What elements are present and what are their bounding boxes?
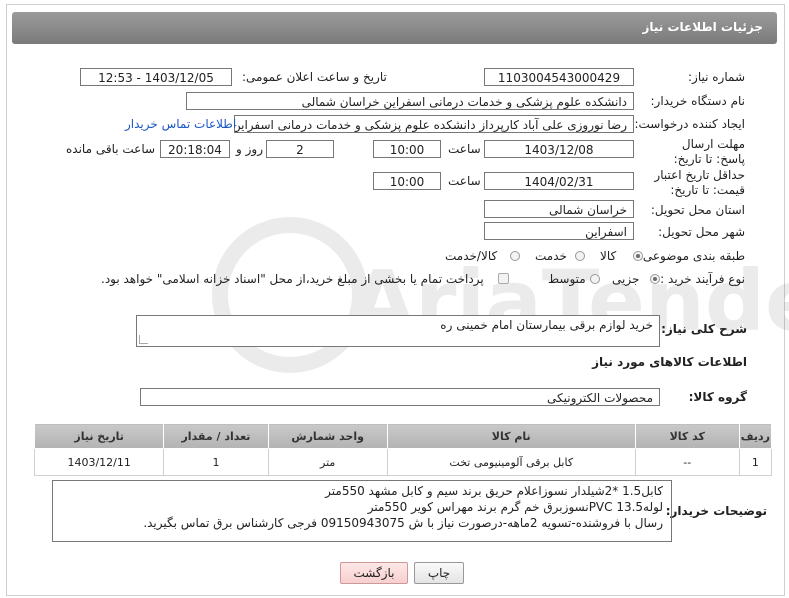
buyer-contact-link[interactable]: اطلاعات تماس خریدار bbox=[125, 117, 236, 131]
col-header-unit: واحد شمارش bbox=[267, 423, 388, 449]
category-label: طبقه بندی موضوعی: bbox=[638, 249, 745, 263]
remaining-time-value: 20:18:04 bbox=[160, 140, 230, 158]
cell-item-name: کابل برقی آلومینیومی تخت bbox=[386, 448, 636, 476]
cell-unit: متر bbox=[267, 448, 388, 476]
category-radio-goods-service[interactable] bbox=[510, 251, 520, 261]
city-label: شهر محل تحویل: bbox=[658, 225, 745, 239]
resize-handle-icon bbox=[139, 335, 148, 344]
category-radio-service[interactable] bbox=[575, 251, 585, 261]
reply-deadline-time: 10:00 bbox=[373, 140, 441, 158]
cell-quantity: 1 bbox=[163, 448, 269, 476]
purchase-type-label: نوع فرآیند خرید : bbox=[660, 272, 745, 286]
back-button[interactable]: بازگشت bbox=[340, 562, 408, 584]
price-validity-date: 1404/02/31 bbox=[484, 172, 634, 190]
need-number-label: شماره نیاز: bbox=[688, 70, 745, 84]
cell-item-code: -- bbox=[634, 448, 740, 476]
requester-label: ایجاد کننده درخواست: bbox=[634, 117, 745, 131]
reply-days-label: روز و bbox=[236, 142, 263, 156]
category-option-service: خدمت bbox=[535, 249, 567, 263]
treasury-checkbox[interactable] bbox=[498, 273, 509, 284]
reply-deadline-date: 1403/12/08 bbox=[484, 140, 634, 158]
buyer-org-label: نام دستگاه خریدار: bbox=[650, 94, 746, 108]
items-table: ردیف کد کالا نام کالا واحد شمارش تعداد /… bbox=[33, 423, 773, 476]
treasury-checkbox-text: پرداخت تمام یا بخشی از مبلغ خرید،از محل … bbox=[101, 272, 484, 286]
col-header-row-number: ردیف bbox=[738, 423, 773, 449]
goods-group-label: گروه کالا: bbox=[688, 390, 747, 404]
category-option-goods: کالا bbox=[600, 249, 617, 263]
announce-datetime-label: تاریخ و ساعت اعلان عمومی: bbox=[242, 70, 387, 84]
requester-value: رضا نوروزی علی آباد کارپرداز دانشکده علو… bbox=[234, 115, 634, 133]
summary-text: خرید لوازم برقی بیمارستان امام خمینی ره bbox=[440, 318, 653, 332]
page-title: جزئیات اطلاعات نیاز bbox=[642, 20, 763, 34]
purchase-radio-medium[interactable] bbox=[590, 274, 600, 284]
city-value: اسفراین bbox=[484, 222, 634, 240]
price-validity-time: 10:00 bbox=[373, 172, 441, 190]
goods-group-value: محصولات الکترونیکی bbox=[140, 388, 660, 406]
buyer-notes-line-2: لولهPVC 13.5نسوزبرق خم گرم برند مهراس کو… bbox=[367, 500, 663, 514]
reply-days-value: 2 bbox=[266, 140, 334, 158]
col-header-quantity: تعداد / مقدار bbox=[163, 423, 269, 449]
print-button[interactable]: چاپ bbox=[414, 562, 464, 584]
buyer-notes-box: کابل1.5 *2شیلدار نسوزاعلام حریق برند سیم… bbox=[52, 480, 672, 542]
col-header-item-code: کد کالا bbox=[634, 423, 740, 449]
buyer-notes-line-1: کابل1.5 *2شیلدار نسوزاعلام حریق برند سیم… bbox=[325, 484, 663, 498]
province-label: استان محل تحویل: bbox=[650, 203, 745, 217]
table-row: 1 -- کابل برقی آلومینیومی تخت متر 1 1403… bbox=[33, 448, 773, 476]
announce-datetime-value: 1403/12/05 - 12:53 bbox=[80, 68, 232, 86]
col-header-item-name: نام کالا bbox=[386, 423, 636, 449]
reply-time-label: ساعت bbox=[448, 142, 481, 156]
price-validity-time-label: ساعت bbox=[448, 174, 481, 188]
reply-deadline-label: مهلت ارسال پاسخ: تا تاریخ: bbox=[673, 137, 745, 166]
cell-need-date: 1403/12/11 bbox=[33, 448, 165, 476]
summary-label: شرح کلی نیاز: bbox=[661, 322, 747, 336]
header-bar: جزئیات اطلاعات نیاز bbox=[12, 12, 777, 44]
purchase-radio-minor[interactable] bbox=[650, 274, 660, 284]
col-header-need-date: تاریخ نیاز bbox=[33, 423, 165, 449]
table-header-row: ردیف کد کالا نام کالا واحد شمارش تعداد /… bbox=[33, 423, 773, 449]
buyer-notes-label: توضیحات خریدار: bbox=[665, 504, 767, 518]
purchase-option-medium: متوسط bbox=[548, 272, 586, 286]
purchase-option-minor: جزیی bbox=[612, 272, 640, 286]
need-number-value: 1103004543000429 bbox=[484, 68, 634, 86]
category-option-goods-service: کالا/خدمت bbox=[445, 249, 498, 263]
cell-row-number: 1 bbox=[738, 448, 773, 476]
category-radio-goods[interactable] bbox=[633, 251, 643, 261]
price-validity-label: حداقل تاریخ اعتبار قیمت: تا تاریخ: bbox=[654, 168, 745, 197]
buyer-notes-line-3: رسال با فروشنده-تسویه 2ماهه-درصورت نیاز … bbox=[143, 516, 663, 530]
goods-section-title: اطلاعات کالاهای مورد نیاز bbox=[592, 355, 747, 369]
remaining-time-label: ساعت باقی مانده bbox=[66, 142, 156, 156]
summary-textarea: خرید لوازم برقی بیمارستان امام خمینی ره bbox=[136, 315, 660, 347]
buyer-org-value: دانشکده علوم پزشکی و خدمات درمانی اسفرای… bbox=[186, 92, 634, 110]
province-value: خراسان شمالی bbox=[484, 200, 634, 218]
